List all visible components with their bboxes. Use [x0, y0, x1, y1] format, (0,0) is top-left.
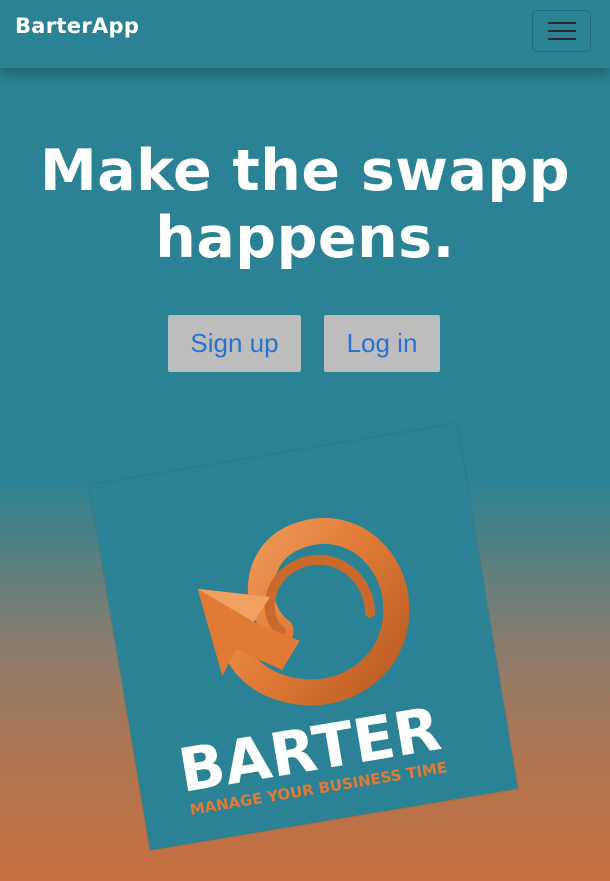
- navbar-toggle-button[interactable]: [532, 10, 591, 52]
- signup-button[interactable]: Sign up: [168, 315, 301, 372]
- hamburger-menu-icon: [547, 22, 576, 40]
- login-button[interactable]: Log in: [324, 315, 440, 372]
- brand-link[interactable]: BarterApp: [15, 14, 139, 38]
- barter-logo-artwork: BARTER MANAGE YOUR BUSINESS TIME: [174, 518, 448, 819]
- hero-title: Make the swapp happens.: [39, 138, 571, 271]
- barter-logo: BARTER MANAGE YOUR BUSINESS TIME: [89, 423, 518, 851]
- navbar: BarterApp: [0, 0, 610, 68]
